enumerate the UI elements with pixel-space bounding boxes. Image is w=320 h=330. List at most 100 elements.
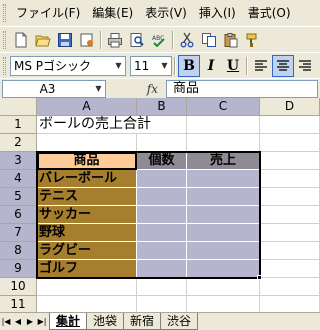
print-icon[interactable] bbox=[104, 29, 126, 51]
menu-file[interactable]: ファイル(F) bbox=[10, 4, 86, 22]
cell-c5[interactable] bbox=[187, 188, 260, 206]
cell-b5[interactable] bbox=[137, 188, 187, 206]
cell-a10[interactable] bbox=[37, 278, 137, 296]
row-header-8[interactable]: 8 bbox=[0, 242, 37, 260]
cell-a5[interactable]: テニス bbox=[37, 188, 137, 206]
toolbar-grip[interactable] bbox=[3, 56, 6, 75]
menu-view[interactable]: 表示(V) bbox=[139, 4, 193, 22]
row-header-6[interactable]: 6 bbox=[0, 206, 37, 224]
cell-b11[interactable] bbox=[137, 296, 187, 312]
formula-input[interactable]: 商品 bbox=[166, 79, 318, 98]
cell-b7[interactable] bbox=[137, 224, 187, 242]
cell-a8[interactable]: ラグビー bbox=[37, 242, 137, 260]
font-name-dropdown[interactable]: MS Pゴシック ▼ bbox=[10, 55, 126, 76]
spelling-icon[interactable]: ABC bbox=[148, 29, 170, 51]
row-header-2[interactable]: 2 bbox=[0, 134, 37, 152]
align-left-icon[interactable] bbox=[250, 55, 272, 77]
cell-a1[interactable]: ボールの売上合計 bbox=[37, 116, 151, 134]
chevron-down-icon[interactable]: ▼ bbox=[92, 84, 105, 93]
cell-c9[interactable] bbox=[187, 260, 260, 278]
row-header-9[interactable]: 9 bbox=[0, 260, 37, 278]
tab-ikebukuro[interactable]: 池袋 bbox=[86, 313, 125, 330]
row-header-10[interactable]: 10 bbox=[0, 278, 37, 296]
cell-c1[interactable] bbox=[187, 116, 260, 134]
copy-icon[interactable] bbox=[198, 29, 220, 51]
cell-a3[interactable]: 商品 bbox=[37, 152, 137, 170]
paste-icon[interactable] bbox=[220, 29, 242, 51]
save-icon[interactable] bbox=[54, 29, 76, 51]
prev-sheet-icon[interactable]: ◀ bbox=[12, 313, 24, 330]
cell-c2[interactable] bbox=[187, 134, 260, 152]
column-header-d[interactable]: D bbox=[260, 98, 320, 116]
cell-d6[interactable] bbox=[260, 206, 320, 224]
cell-d4[interactable] bbox=[260, 170, 320, 188]
cell-c8[interactable] bbox=[187, 242, 260, 260]
font-size-dropdown[interactable]: 11 ▼ bbox=[130, 55, 172, 76]
cell-b1[interactable] bbox=[137, 116, 187, 134]
cell-d10[interactable] bbox=[260, 278, 320, 296]
cell-c10[interactable] bbox=[187, 278, 260, 296]
cell-b9[interactable] bbox=[137, 260, 187, 278]
open-icon[interactable] bbox=[32, 29, 54, 51]
format-painter-icon[interactable] bbox=[242, 29, 264, 51]
column-header-b[interactable]: B bbox=[137, 98, 187, 116]
row-header-4[interactable]: 4 bbox=[0, 170, 37, 188]
tab-shibuya[interactable]: 渋谷 bbox=[160, 313, 199, 330]
cell-a6[interactable]: サッカー bbox=[37, 206, 137, 224]
name-box[interactable]: A3 ▼ bbox=[2, 79, 106, 98]
row-header-3[interactable]: 3 bbox=[0, 152, 37, 170]
align-right-icon[interactable] bbox=[294, 55, 316, 77]
column-header-a[interactable]: A bbox=[37, 98, 137, 116]
cell-b4[interactable] bbox=[137, 170, 187, 188]
cell-d5[interactable] bbox=[260, 188, 320, 206]
cut-icon[interactable] bbox=[176, 29, 198, 51]
next-sheet-icon[interactable]: ▶ bbox=[24, 313, 36, 330]
chevron-down-icon[interactable]: ▼ bbox=[112, 57, 125, 75]
row-header-7[interactable]: 7 bbox=[0, 224, 37, 242]
cell-c3[interactable]: 売上 bbox=[187, 152, 260, 170]
cell-d1[interactable] bbox=[260, 116, 320, 134]
italic-button[interactable]: I bbox=[200, 55, 222, 77]
cell-a2[interactable] bbox=[37, 134, 137, 152]
chevron-down-icon[interactable]: ▼ bbox=[158, 57, 171, 75]
cell-d7[interactable] bbox=[260, 224, 320, 242]
menu-edit[interactable]: 編集(E) bbox=[86, 4, 139, 22]
select-all-corner[interactable] bbox=[0, 98, 37, 116]
tab-summary[interactable]: 集計 bbox=[49, 313, 88, 330]
last-sheet-icon[interactable]: ▶| bbox=[36, 313, 48, 330]
cell-c4[interactable] bbox=[187, 170, 260, 188]
fill-handle[interactable] bbox=[257, 275, 262, 280]
new-icon[interactable] bbox=[10, 29, 32, 51]
row-header-5[interactable]: 5 bbox=[0, 188, 37, 206]
cell-a11[interactable] bbox=[37, 296, 137, 312]
row-header-1[interactable]: 1 bbox=[0, 116, 37, 134]
menu-insert[interactable]: 挿入(I) bbox=[193, 4, 242, 22]
cell-d9[interactable] bbox=[260, 260, 320, 278]
column-header-c[interactable]: C bbox=[187, 98, 260, 116]
cell-d2[interactable] bbox=[260, 134, 320, 152]
cell-b2[interactable] bbox=[137, 134, 187, 152]
cell-b10[interactable] bbox=[137, 278, 187, 296]
print-preview-icon[interactable] bbox=[126, 29, 148, 51]
cell-a9[interactable]: ゴルフ bbox=[37, 260, 137, 278]
cell-d11[interactable] bbox=[260, 296, 320, 312]
fx-icon[interactable]: fx bbox=[106, 82, 166, 96]
cell-b3[interactable]: 個数 bbox=[137, 152, 187, 170]
cell-a7[interactable]: 野球 bbox=[37, 224, 137, 242]
underline-button[interactable]: U bbox=[222, 55, 244, 77]
cell-d3[interactable] bbox=[260, 152, 320, 170]
cell-b6[interactable] bbox=[137, 206, 187, 224]
align-center-icon[interactable] bbox=[272, 54, 294, 77]
cell-b8[interactable] bbox=[137, 242, 187, 260]
cell-a4[interactable]: バレーボール bbox=[37, 170, 137, 188]
menu-format[interactable]: 書式(O) bbox=[242, 4, 297, 22]
cell-d8[interactable] bbox=[260, 242, 320, 260]
cell-c6[interactable] bbox=[187, 206, 260, 224]
cell-c11[interactable] bbox=[187, 296, 260, 312]
tab-shinjuku[interactable]: 新宿 bbox=[123, 313, 162, 330]
cell-c7[interactable] bbox=[187, 224, 260, 242]
first-sheet-icon[interactable]: |◀ bbox=[0, 313, 12, 330]
row-header-11[interactable]: 11 bbox=[0, 296, 37, 312]
toolbar-grip[interactable] bbox=[3, 30, 6, 49]
bold-button[interactable]: B bbox=[178, 54, 200, 77]
